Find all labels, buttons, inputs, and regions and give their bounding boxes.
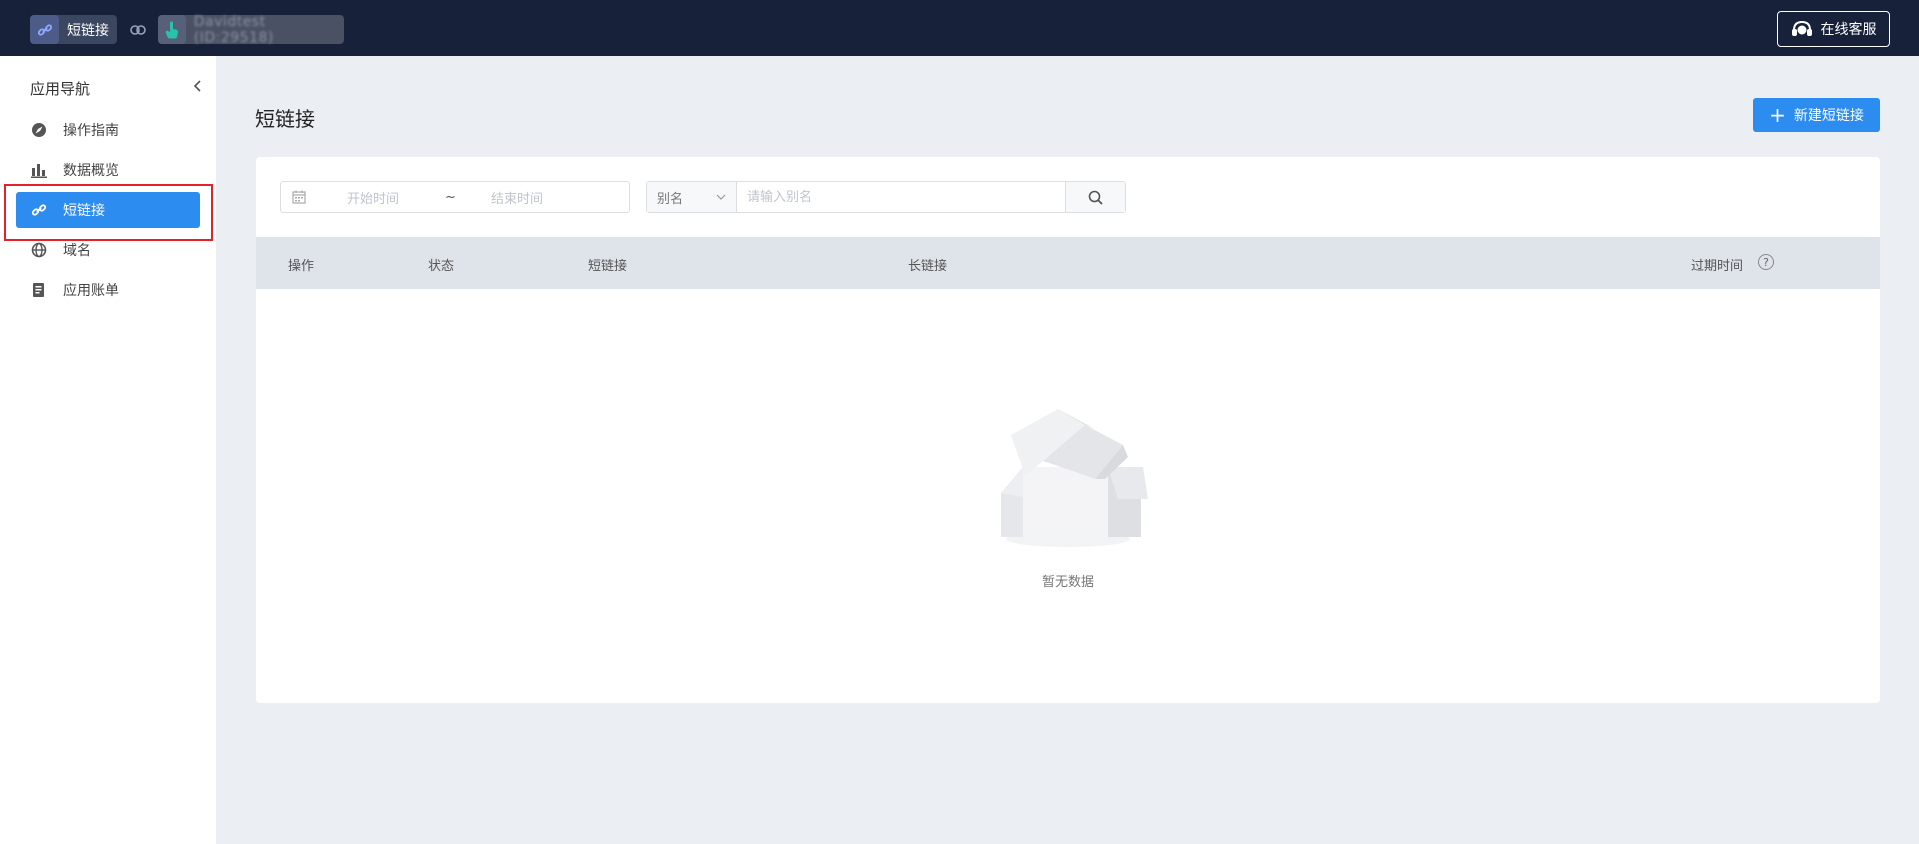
calendar-icon [292, 190, 306, 204]
alias-search-group: 别名 [646, 181, 1126, 213]
link-icon [29, 202, 49, 218]
hand-pointer-icon [158, 15, 186, 44]
sidebar-item-domain[interactable]: 域名 [16, 232, 200, 268]
headset-icon [1791, 20, 1813, 38]
sidebar-item-short-link[interactable]: 短链接 [16, 192, 200, 228]
online-support-label: 在线客服 [1820, 22, 1877, 38]
new-short-link-label: 新建短链接 [1793, 108, 1864, 124]
sidebar-item-guide[interactable]: 操作指南 [16, 112, 200, 148]
date-separator: ~ [445, 189, 456, 205]
bar-chart-icon [29, 162, 49, 178]
app-name: 短链接 [67, 22, 109, 39]
column-header-actions: 操作 [288, 259, 315, 274]
empty-state-text: 暂无数据 [1041, 575, 1094, 590]
sidebar-item-billing[interactable]: 应用账单 [16, 272, 200, 308]
chain-link-icon [128, 20, 148, 40]
document-icon [29, 282, 49, 298]
search-field-value: 别名 [657, 191, 684, 207]
chevron-left-icon [193, 80, 201, 92]
page-title: 短链接 [255, 107, 315, 131]
alias-search-input[interactable] [737, 182, 1065, 212]
column-header-expire-time: 过期时间 [1691, 259, 1744, 274]
top-bar: 短链接 Davidtest (ID:29518) 在线客服 [0, 0, 1919, 56]
short-link-card: 开始时间 ~ 结束时间 别名 操作 状态 短链接 长链接 过期时间 ? [256, 157, 1880, 703]
end-date-input[interactable]: 结束时间 [491, 188, 543, 207]
link-app-icon [30, 15, 59, 44]
account-name: Davidtest (ID:29518) [193, 13, 274, 46]
sidebar-item-label: 数据概览 [63, 163, 119, 179]
sidebar: 应用导航 操作指南 数据概览 短链接 域名 应用账单 [0, 56, 216, 844]
empty-state: 暂无数据 [256, 387, 1880, 590]
navigation-icon [29, 122, 49, 138]
sidebar-item-label: 操作指南 [63, 123, 119, 139]
sidebar-item-label: 域名 [63, 243, 91, 259]
column-header-short-link: 短链接 [588, 259, 628, 274]
date-range-picker[interactable]: 开始时间 ~ 结束时间 [280, 181, 630, 213]
globe-icon [29, 242, 49, 258]
new-short-link-button[interactable]: + 新建短链接 [1753, 98, 1880, 132]
search-button[interactable] [1065, 182, 1125, 212]
sidebar-item-label: 短链接 [63, 203, 105, 219]
table-header: 操作 状态 短链接 长链接 过期时间 ? [256, 237, 1880, 289]
search-field-select[interactable]: 别名 [647, 182, 737, 212]
sidebar-item-overview[interactable]: 数据概览 [16, 152, 200, 188]
collapse-sidebar-button[interactable] [190, 76, 204, 96]
plus-icon: + [1769, 103, 1786, 127]
column-header-status: 状态 [428, 259, 455, 274]
help-icon[interactable]: ? [1758, 254, 1774, 270]
column-header-long-link: 长链接 [908, 259, 948, 274]
account-switcher[interactable]: Davidtest (ID:29518) [158, 13, 344, 46]
sidebar-title: 应用导航 [30, 80, 91, 98]
app-switcher[interactable]: 短链接 [30, 15, 117, 44]
chevron-down-icon [716, 194, 726, 200]
search-icon [1088, 190, 1103, 205]
start-date-input[interactable]: 开始时间 [347, 188, 399, 207]
online-support-button[interactable]: 在线客服 [1777, 11, 1890, 47]
empty-box-illustration [1001, 409, 1148, 547]
sidebar-item-label: 应用账单 [63, 283, 119, 299]
